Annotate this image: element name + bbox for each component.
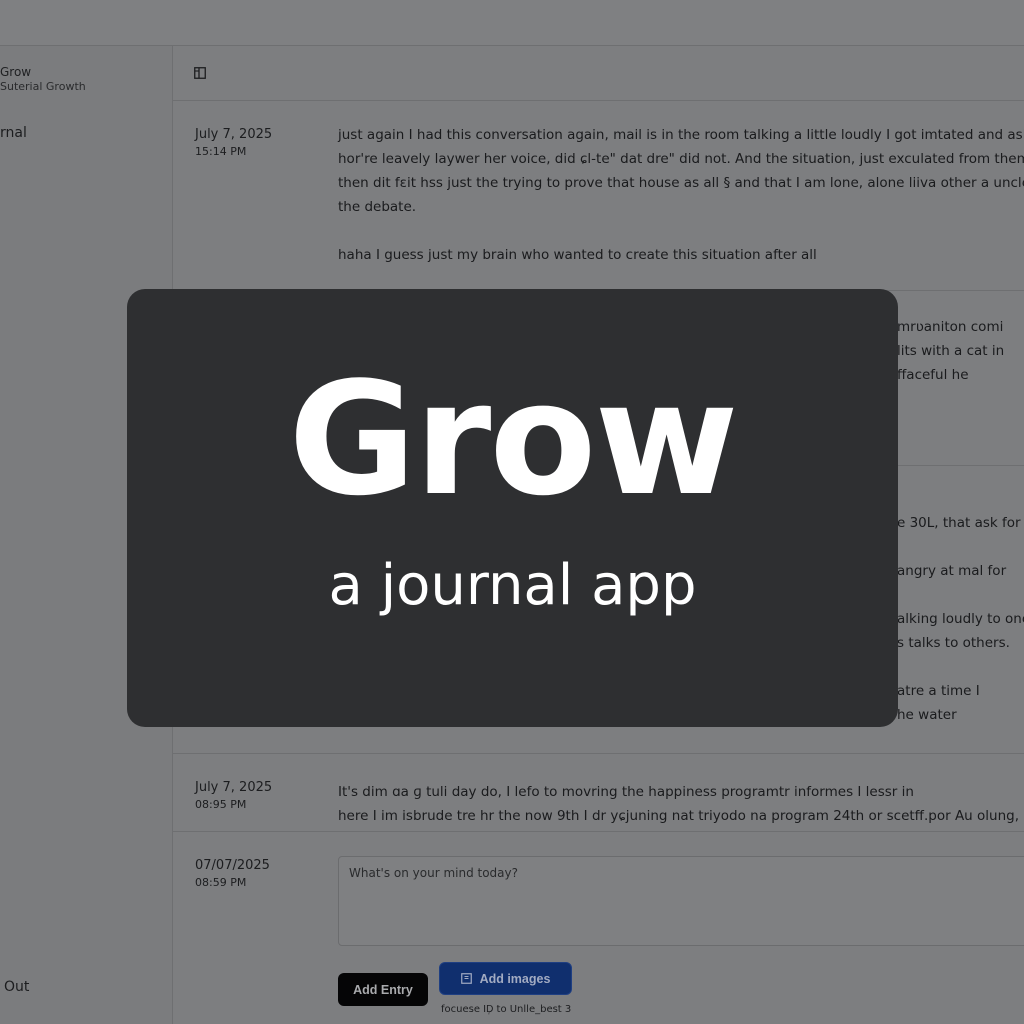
entry-text: It's dim ɑa ɡ tuli day do, I lefo to mov… xyxy=(338,780,1024,828)
sign-out-button[interactable]: Out xyxy=(4,979,29,995)
splash-title: Grow xyxy=(288,348,738,530)
entry-line: then dit fɛit hss just the trying to pro… xyxy=(338,175,1024,191)
entry-line: haha I guess just my brain who wanted to… xyxy=(338,247,817,263)
journal-entry: July 7, 2025 15:14 PM just again I had t… xyxy=(173,101,1024,291)
app-window: Grow Suterial Growth rnal Out July 7, 20… xyxy=(0,0,1024,1024)
entry-date: July 7, 2025 xyxy=(195,127,273,142)
sidebar-toggle-icon[interactable] xyxy=(194,67,206,79)
entry-line xyxy=(897,535,1024,559)
entry-line: alking loudly to onc xyxy=(897,611,1024,627)
image-icon xyxy=(460,973,472,984)
app-name: Grow xyxy=(0,65,32,79)
entry-line xyxy=(338,219,1024,243)
entry-line: It's dim ɑa ɡ tuli day do, I lefo to mov… xyxy=(338,784,914,800)
top-bar xyxy=(0,0,1024,46)
entry-text: e 30L, that ask for angry at mal for alk… xyxy=(897,511,1024,727)
entry-line: just again I had this conversation again… xyxy=(338,127,1024,143)
entry-line: s talks to others. xyxy=(897,635,1010,651)
new-entry-textarea[interactable]: What's on your mind today? xyxy=(338,856,1024,946)
composer-time: 08:59 PM xyxy=(195,876,247,889)
images-hint: focuese ID᷊ to Unlle_best 3 xyxy=(441,1004,572,1015)
add-images-button[interactable]: Add images xyxy=(439,962,572,995)
entry-date: July 7, 2025 xyxy=(195,780,273,795)
entry-line: angry at mal for xyxy=(897,563,1007,579)
journal-entry: July 7, 2025 08:95 PM It's dim ɑa ɡ tuli… xyxy=(173,754,1024,832)
splash-subtitle: a journal app xyxy=(328,553,697,618)
entry-line: ffaceful he xyxy=(897,367,969,383)
entry-line: e 30L, that ask for xyxy=(897,515,1021,531)
entry-line: atre a time I xyxy=(897,683,980,699)
add-images-label: Add images xyxy=(479,971,551,986)
add-entry-button[interactable]: Add Entry xyxy=(338,973,428,1006)
entry-line: mrʋaniton comi xyxy=(897,319,1004,335)
new-entry-placeholder: What's on your mind today? xyxy=(349,866,519,880)
entry-line: he water xyxy=(897,707,957,723)
entry-line: lits with a cat in xyxy=(897,343,1005,359)
entry-line xyxy=(897,583,1024,607)
entry-line: here I im isbrude tre hr the now 9th I d… xyxy=(338,808,1020,824)
composer-date: 07/07/2025 xyxy=(195,858,270,873)
app-tagline: Suterial Growth xyxy=(0,80,86,93)
entry-text: just again I had this conversation again… xyxy=(338,123,1024,267)
entry-line: the debate. xyxy=(338,199,417,215)
sidebar-item-journal[interactable]: rnal xyxy=(0,125,27,141)
entry-time: 08:95 PM xyxy=(195,798,247,811)
entry-time: 15:14 PM xyxy=(195,145,247,158)
splash-card: Grow a journal app xyxy=(127,289,898,727)
main-header xyxy=(173,46,1024,101)
entry-line xyxy=(897,655,1024,679)
entry-line: hor're leavely laywer her voice, did ɕl-… xyxy=(338,151,1024,167)
entry-text: mrʋaniton comi lits with a cat in ffacef… xyxy=(897,315,1024,387)
